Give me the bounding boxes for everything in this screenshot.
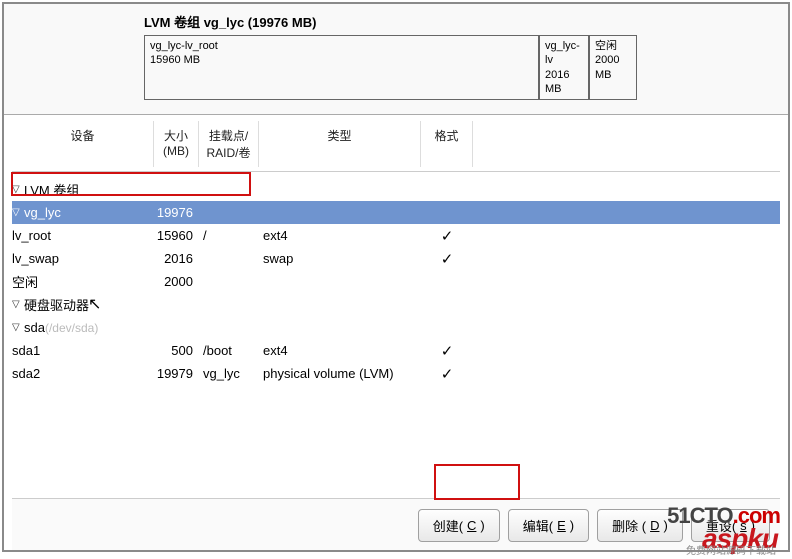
lv-root-type: ext4 <box>259 228 421 243</box>
box-root-name: vg_lyc-lv_root <box>150 39 533 53</box>
sda-row[interactable]: ▽sda (/dev/sda) <box>12 316 780 339</box>
vg-lyc-row[interactable]: ▽vg_lyc 19976 <box>12 201 780 224</box>
column-headers: 设备 大小(MB) 挂载点/RAID/卷 类型 格式 <box>12 121 780 172</box>
sda2-name: sda2 <box>12 366 40 381</box>
lv-root-format: ✓ <box>421 227 473 245</box>
col-format[interactable]: 格式 <box>421 121 473 167</box>
expand-icon[interactable]: ▽ <box>12 207 24 218</box>
button-bar: 创建(C) 编辑(E) 删除 (D) 重设(s) <box>12 498 780 550</box>
col-device[interactable]: 设备 <box>12 121 154 167</box>
col-size[interactable]: 大小(MB) <box>154 121 199 167</box>
lv-root-row[interactable]: lv_root 15960 / ext4 ✓ <box>12 224 780 247</box>
lv-swap-size: 2016 <box>154 251 199 266</box>
sda1-type: ext4 <box>259 343 421 358</box>
expand-icon[interactable]: ▽ <box>12 184 24 195</box>
col-type[interactable]: 类型 <box>259 121 421 167</box>
group-lvm-row[interactable]: ▽LVM 卷组 <box>12 178 780 201</box>
lv-swap-name: lv_swap <box>12 251 59 266</box>
sda2-row[interactable]: sda2 19979 vg_lyc physical volume (LVM) … <box>12 362 780 385</box>
sda2-mount: vg_lyc <box>199 366 259 381</box>
sda2-size: 19979 <box>154 366 199 381</box>
lv-swap-format: ✓ <box>421 250 473 268</box>
group-hdd-label: 硬盘驱动器 <box>24 295 89 314</box>
device-tree[interactable]: ▽LVM 卷组 ▽vg_lyc 19976 lv_root 15960 / ex… <box>12 172 780 498</box>
expand-icon[interactable]: ▽ <box>12 299 24 310</box>
lv-swap-row[interactable]: lv_swap 2016 swap ✓ <box>12 247 780 270</box>
summary-title: LVM 卷组 vg_lyc (19976 MB) <box>144 12 780 31</box>
lv-root-size: 15960 <box>154 228 199 243</box>
sda1-name: sda1 <box>12 343 40 358</box>
lv-free-size: 2000 <box>154 274 199 289</box>
box-swap-size: 2016 MB <box>545 68 583 97</box>
summary-box-swap: vg_lyc-lv 2016 MB <box>539 35 589 100</box>
col-mount[interactable]: 挂载点/RAID/卷 <box>199 121 259 167</box>
lvm-summary-panel: LVM 卷组 vg_lyc (19976 MB) vg_lyc-lv_root … <box>4 4 788 115</box>
lv-root-mount: / <box>199 228 259 243</box>
box-root-size: 15960 MB <box>150 53 533 67</box>
box-free-size: 2000 MB <box>595 53 631 82</box>
edit-button[interactable]: 编辑(E) <box>508 509 589 542</box>
sda1-size: 500 <box>154 343 199 358</box>
watermark-sub: 免费网站源码下载站 <box>686 542 776 557</box>
lv-free-row[interactable]: 空闲 2000 <box>12 270 780 293</box>
sda-hint: (/dev/sda) <box>45 321 98 335</box>
summary-boxes: vg_lyc-lv_root 15960 MB vg_lyc-lv 2016 M… <box>144 35 780 100</box>
sda1-mount: /boot <box>199 343 259 358</box>
group-hdd-row[interactable]: ▽硬盘驱动器 <box>12 293 780 316</box>
group-lvm-label: LVM 卷组 <box>24 180 79 199</box>
lv-swap-type: swap <box>259 251 421 266</box>
sda1-row[interactable]: sda1 500 /boot ext4 ✓ <box>12 339 780 362</box>
vg-size: 19976 <box>154 205 199 220</box>
sda2-format: ✓ <box>421 365 473 383</box>
lv-root-name: lv_root <box>12 228 51 243</box>
vg-name: vg_lyc <box>24 205 61 220</box>
summary-box-root: vg_lyc-lv_root 15960 MB <box>144 35 539 100</box>
box-swap-name: vg_lyc-lv <box>545 39 583 68</box>
sda2-type: physical volume (LVM) <box>259 366 421 381</box>
box-free-name: 空闲 <box>595 39 631 53</box>
sda-name: sda <box>24 320 45 335</box>
create-button[interactable]: 创建(C) <box>418 509 500 542</box>
sda1-format: ✓ <box>421 342 473 360</box>
summary-box-free: 空闲 2000 MB <box>589 35 637 100</box>
lv-free-name: 空闲 <box>12 272 38 291</box>
expand-icon[interactable]: ▽ <box>12 322 24 333</box>
